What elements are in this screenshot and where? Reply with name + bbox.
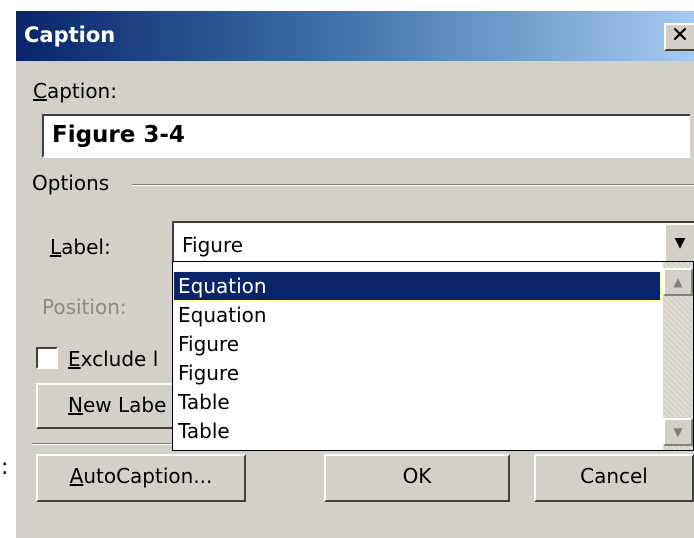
dropdown-button[interactable]: ▼ <box>664 223 694 263</box>
label-select-value: Figure <box>182 233 244 257</box>
options-group-title: Options <box>32 171 110 195</box>
ok-button[interactable]: OK <box>324 454 510 502</box>
position-field-label: Position: <box>42 295 127 319</box>
label-select[interactable]: Figure ▼ <box>172 221 694 265</box>
arrow-down-icon: ▼ <box>673 425 683 439</box>
arrow-up-icon: ▲ <box>673 275 683 289</box>
dropdown-item[interactable]: Equation <box>173 271 661 301</box>
close-icon: ✕ <box>670 23 690 48</box>
caption-dialog: Caption ✕ Caption: Figure 3-4 Options La… <box>14 9 694 538</box>
scroll-up-button[interactable]: ▲ <box>663 268 693 296</box>
options-group-line <box>132 184 694 186</box>
edge-mark: : <box>1 455 9 480</box>
scroll-down-button[interactable]: ▼ <box>663 418 693 446</box>
cancel-button[interactable]: Cancel <box>534 454 694 502</box>
caption-label: Caption: <box>33 79 117 103</box>
dropdown-item[interactable]: Figure <box>174 330 660 358</box>
dropdown-scrollbar[interactable]: ▲ ▼ <box>663 262 693 450</box>
exclude-label-checkbox[interactable] <box>36 347 58 369</box>
chevron-down-icon: ▼ <box>674 235 686 251</box>
exclude-label-text[interactable]: Exclude l <box>68 347 172 371</box>
caption-input[interactable]: Figure 3-4 <box>42 114 690 158</box>
label-field-label: Label: <box>50 235 111 259</box>
dropdown-item[interactable]: Figure <box>174 359 660 387</box>
dropdown-item[interactable]: Table <box>174 417 660 445</box>
title-bar[interactable]: Caption ✕ <box>16 11 694 61</box>
close-button[interactable]: ✕ <box>664 23 694 51</box>
autocaption-button[interactable]: AutoCaption... <box>36 454 246 502</box>
label-dropdown-list[interactable]: Equation Equation Figure Figure Table Ta… <box>172 261 694 451</box>
screen: : Caption ✕ Caption: Figure 3-4 Options … <box>0 0 694 538</box>
dialog-title: Caption <box>24 23 116 47</box>
dropdown-item[interactable]: Equation <box>174 301 660 329</box>
dropdown-item[interactable]: Table <box>174 388 660 416</box>
